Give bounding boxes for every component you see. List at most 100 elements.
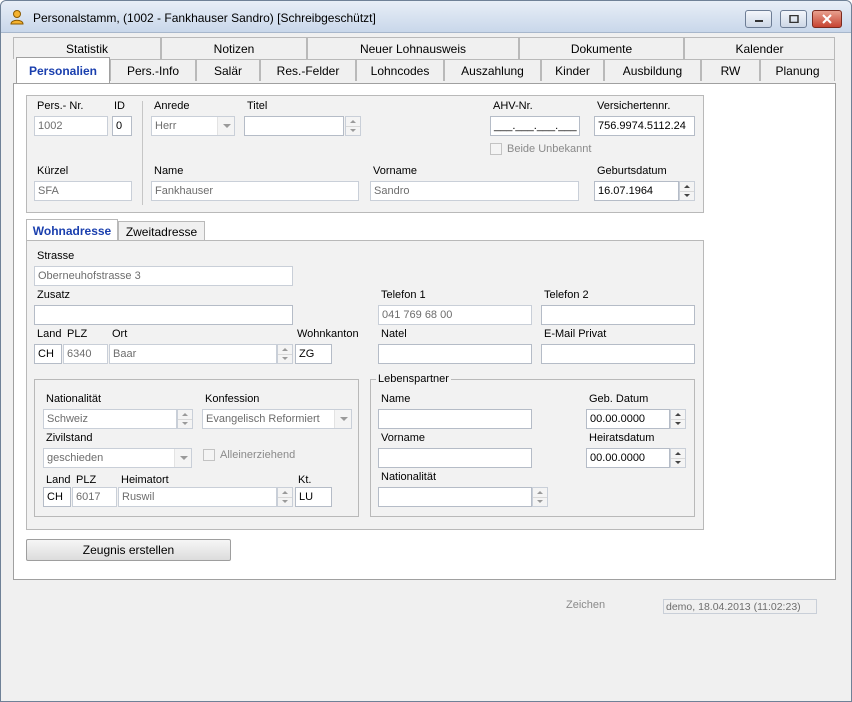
nationalitaet-spinner[interactable] — [177, 409, 193, 429]
partner-nationalitaet-label: Nationalität — [381, 471, 437, 483]
id-field[interactable]: 0 — [112, 116, 132, 136]
chevron-down-icon[interactable] — [217, 117, 234, 135]
tab-auszahlung[interactable]: Auszahlung — [444, 59, 541, 81]
window: Personalstamm, (1002 - Fankhauser Sandro… — [0, 0, 852, 702]
plz-label: PLZ — [67, 328, 88, 340]
email-field[interactable] — [541, 344, 695, 364]
strasse-field[interactable]: Oberneuhofstrasse 3 — [34, 266, 293, 286]
telefon1-label: Telefon 1 — [381, 289, 426, 301]
heiratsdatum-spinner[interactable] — [670, 448, 686, 468]
minimize-button[interactable] — [745, 10, 772, 28]
subtab-wohnadresse[interactable]: Wohnadresse — [26, 219, 118, 241]
wohnkanton-label: Wohnkanton — [297, 328, 359, 340]
partner-name-field[interactable] — [378, 409, 532, 429]
tab-kinder[interactable]: Kinder — [541, 59, 604, 81]
alleinerziehend-label: Alleinerziehend — [220, 449, 296, 461]
tab-personalien[interactable]: Personalien — [16, 57, 110, 83]
tab-row-top: Statistik Notizen Neuer Lohnausweis Doku… — [13, 37, 835, 59]
tab-planung[interactable]: Planung — [760, 59, 835, 81]
land-field[interactable]: CH — [34, 344, 62, 364]
heimat-plz-field[interactable]: 6017 — [72, 487, 117, 507]
geb-datum-spinner[interactable] — [670, 409, 686, 429]
heimat-plz-label: PLZ — [76, 474, 97, 486]
tab-kalender[interactable]: Kalender — [684, 37, 835, 59]
zivilstand-value: geschieden — [47, 452, 104, 464]
kuerzel-field[interactable]: SFA — [34, 181, 132, 201]
tab-neuer-lohnausweis[interactable]: Neuer Lohnausweis — [307, 37, 519, 59]
konfession-label: Konfession — [205, 393, 260, 405]
chevron-down-icon[interactable] — [174, 449, 191, 467]
beide-unbekannt-checkbox[interactable] — [490, 143, 502, 155]
tab-salaer[interactable]: Salär — [196, 59, 260, 81]
telefon2-field[interactable] — [541, 305, 695, 325]
telefon1-field[interactable]: 041 769 68 00 — [378, 305, 532, 325]
partner-nationalitaet-spinner[interactable] — [532, 487, 548, 507]
nationalitaet-field[interactable]: Schweiz — [43, 409, 177, 429]
nationalitaet-label: Nationalität — [46, 393, 102, 405]
ort-spinner[interactable] — [277, 344, 293, 364]
strasse-label: Strasse — [37, 250, 75, 262]
konfession-select[interactable]: Evangelisch Reformiert — [202, 409, 352, 429]
tab-res-felder[interactable]: Res.-Felder — [260, 59, 356, 81]
kt-label: Kt. — [298, 474, 312, 486]
geburt-spinner[interactable] — [679, 181, 695, 201]
heimatort-field[interactable]: Ruswil — [118, 487, 277, 507]
maximize-button[interactable] — [780, 10, 807, 28]
anrede-select[interactable]: Herr — [151, 116, 235, 136]
persnr-field[interactable]: 1002 — [34, 116, 108, 136]
close-button[interactable] — [812, 10, 842, 28]
geb-datum-field[interactable]: 00.00.0000 — [586, 409, 670, 429]
heimatort-label: Heimatort — [121, 474, 169, 486]
zusatz-field[interactable] — [34, 305, 293, 325]
beide-unbekannt-label: Beide Unbekannt — [507, 143, 592, 155]
vorname-field[interactable]: Sandro — [370, 181, 579, 201]
anrede-label: Anrede — [154, 100, 190, 112]
persnr-label: Pers.- Nr. — [37, 100, 84, 112]
window-title: Personalstamm, (1002 - Fankhauser Sandro… — [33, 11, 376, 25]
tab-rw[interactable]: RW — [701, 59, 760, 81]
titel-label: Titel — [247, 100, 268, 112]
geb-datum-label: Geb. Datum — [589, 393, 649, 405]
plz-field[interactable]: 6340 — [63, 344, 108, 364]
telefon2-label: Telefon 2 — [544, 289, 589, 301]
partner-vorname-field[interactable] — [378, 448, 532, 468]
natel-field[interactable] — [378, 344, 532, 364]
heimatort-spinner[interactable] — [277, 487, 293, 507]
ahv-field[interactable]: ___.___.___.___ — [490, 116, 580, 136]
geburt-label: Geburtsdatum — [597, 165, 667, 177]
ort-field[interactable]: Baar — [109, 344, 277, 364]
anrede-value: Herr — [155, 120, 177, 132]
konfession-value: Evangelisch Reformiert — [206, 413, 320, 425]
titel-field[interactable] — [244, 116, 344, 136]
partner-nationalitaet-field[interactable] — [378, 487, 532, 507]
titel-spinner[interactable] — [345, 116, 361, 136]
id-label: ID — [114, 100, 125, 112]
email-label: E-Mail Privat — [544, 328, 607, 340]
zusatz-label: Zusatz — [37, 289, 71, 301]
subtab-zweitadresse[interactable]: Zweitadresse — [118, 221, 205, 241]
heimat-land-field[interactable]: CH — [43, 487, 71, 507]
close-icon — [822, 14, 832, 24]
tab-statistik[interactable]: Statistik — [13, 37, 161, 59]
zeichen-field: demo, 18.04.2013 (11:02:23) — [663, 599, 817, 614]
group-divider — [142, 101, 143, 205]
tab-lohncodes[interactable]: Lohncodes — [356, 59, 444, 81]
wohnkanton-field[interactable]: ZG — [295, 344, 332, 364]
zivilstand-label: Zivilstand — [46, 432, 93, 444]
chevron-down-icon[interactable] — [334, 410, 351, 428]
tab-pers-info[interactable]: Pers.-Info — [110, 59, 196, 81]
versnr-field[interactable]: 756.9974.5112.24 — [594, 116, 695, 136]
lebenspartner-title: Lebenspartner — [376, 373, 451, 385]
tab-notizen[interactable]: Notizen — [161, 37, 307, 59]
tab-ausbildung[interactable]: Ausbildung — [604, 59, 701, 81]
heiratsdatum-label: Heiratsdatum — [589, 432, 655, 444]
geburt-field[interactable]: 16.07.1964 — [594, 181, 679, 201]
tab-row-bottom: Personalien Pers.-Info Salär Res.-Felder… — [13, 57, 835, 83]
heiratsdatum-field[interactable]: 00.00.0000 — [586, 448, 670, 468]
alleinerziehend-checkbox[interactable] — [203, 449, 215, 461]
name-field[interactable]: Fankhauser — [151, 181, 359, 201]
zivilstand-select[interactable]: geschieden — [43, 448, 192, 468]
zeugnis-erstellen-button[interactable]: Zeugnis erstellen — [26, 539, 231, 561]
tab-dokumente[interactable]: Dokumente — [519, 37, 684, 59]
kt-field[interactable]: LU — [295, 487, 332, 507]
